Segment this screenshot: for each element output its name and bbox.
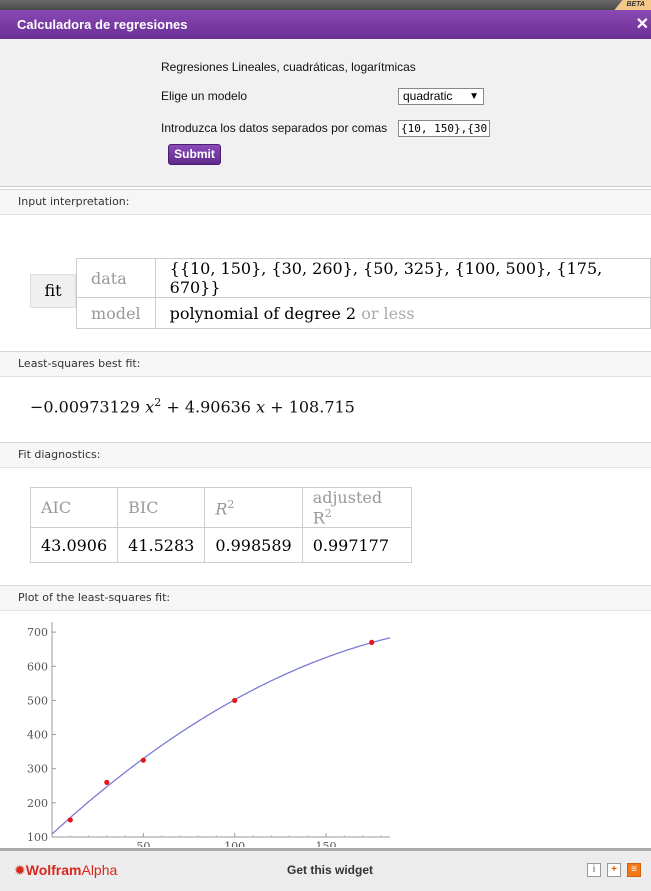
x-tick-label: 50 bbox=[136, 840, 150, 847]
model-select[interactable]: quadratic ▼ bbox=[398, 88, 484, 105]
wolfram-star-icon: ✹ bbox=[14, 862, 26, 878]
best-fit-header: Least-squares best fit: bbox=[0, 351, 651, 377]
data-input[interactable]: {10, 150},{30, bbox=[398, 120, 490, 137]
model-suffix: or less bbox=[361, 303, 415, 323]
fit-plot: 100 200 300 400 500 600 700 50 100 150 bbox=[27, 622, 391, 847]
x-tick-label: 100 bbox=[224, 840, 245, 847]
r2-value: 0.998589 bbox=[204, 527, 303, 564]
aic-label: AIC bbox=[29, 486, 119, 529]
bic-value: 41.5283 bbox=[117, 527, 206, 564]
y-tick-label: 100 bbox=[27, 831, 48, 844]
model-select-value: quadratic bbox=[403, 89, 453, 103]
submit-button[interactable]: Submit bbox=[168, 144, 221, 165]
chevron-down-icon: ▼ bbox=[469, 91, 479, 102]
model-value-cell: polynomial of degree 2 or less bbox=[154, 297, 651, 329]
model-value: polynomial of degree 2 bbox=[169, 303, 357, 323]
input-form: Regresiones Lineales, cuadráticas, logar… bbox=[0, 39, 651, 187]
table-row: 43.0906 41.5283 0.998589 0.997177 bbox=[29, 527, 412, 564]
fit-curve bbox=[51, 637, 391, 835]
bic-label: BIC bbox=[117, 486, 206, 529]
rss-icon[interactable]: ≡ bbox=[627, 863, 641, 877]
y-tick-label: 200 bbox=[27, 797, 48, 810]
data-point bbox=[67, 817, 73, 823]
fit-label: fit bbox=[30, 274, 76, 308]
data-point bbox=[104, 779, 110, 785]
r2-label-cell: R2 bbox=[204, 486, 303, 529]
plot-header: Plot of the least-squares fit: bbox=[0, 585, 651, 611]
model-label: Elige un modelo bbox=[161, 89, 248, 103]
diagnostics-table: AIC BIC R2 adjusted R2 43.0906 41.5283 0… bbox=[29, 486, 412, 564]
data-point bbox=[140, 757, 146, 763]
plot-area: 100 200 300 400 500 600 700 50 100 150 bbox=[0, 612, 651, 847]
widget-footer: ✹WolframAlpha Get this widget i + ≡ bbox=[0, 848, 651, 891]
adj-r2-value: 0.997177 bbox=[301, 527, 412, 564]
input-interpretation-header: Input interpretation: bbox=[0, 189, 651, 215]
y-tick-label: 700 bbox=[27, 626, 48, 639]
title-bar: Calculadora de regresiones ✕ bbox=[0, 10, 651, 39]
data-key: data bbox=[76, 258, 156, 298]
data-label: Introduzca los datos separados por comas bbox=[161, 121, 388, 135]
interpretation-table: data {{10, 150}, {30, 260}, {50, 325}, {… bbox=[76, 258, 651, 329]
logo-suffix: Alpha bbox=[81, 862, 118, 878]
form-heading: Regresiones Lineales, cuadráticas, logar… bbox=[161, 60, 416, 74]
y-tick-label: 600 bbox=[27, 660, 48, 673]
add-icon[interactable]: + bbox=[607, 863, 621, 877]
logo-prefix: Wolfram bbox=[25, 862, 82, 878]
y-tick-label: 400 bbox=[27, 729, 48, 742]
top-strip bbox=[0, 0, 651, 10]
data-point bbox=[369, 639, 375, 645]
coef-a: −0.00973129 bbox=[30, 397, 141, 417]
widget-title: Calculadora de regresiones bbox=[17, 17, 188, 32]
coef-c: + 108.715 bbox=[270, 397, 355, 417]
wolframalpha-logo[interactable]: ✹WolframAlpha bbox=[14, 862, 117, 879]
adj-r2-label: adjusted R bbox=[312, 488, 383, 528]
r2-label: R bbox=[215, 498, 228, 518]
get-widget-link[interactable]: Get this widget bbox=[287, 863, 373, 877]
x-tick-label: 150 bbox=[316, 840, 337, 847]
table-row: AIC BIC R2 adjusted R2 bbox=[29, 486, 412, 529]
table-row: data {{10, 150}, {30, 260}, {50, 325}, {… bbox=[76, 258, 651, 298]
info-icon[interactable]: i bbox=[587, 863, 601, 877]
table-row: model polynomial of degree 2 or less bbox=[76, 297, 651, 329]
fit-diagnostics-header: Fit diagnostics: bbox=[0, 442, 651, 468]
data-value: {{10, 150}, {30, 260}, {50, 325}, {100, … bbox=[154, 258, 651, 298]
y-tick-label: 300 bbox=[27, 763, 48, 776]
close-icon[interactable]: ✕ bbox=[636, 14, 649, 34]
model-key: model bbox=[76, 297, 156, 329]
adj-r2-label-cell: adjusted R2 bbox=[301, 486, 412, 529]
best-fit-formula: −0.00973129 x2 + 4.90636 x + 108.715 bbox=[30, 396, 355, 417]
coef-b: + 4.90636 bbox=[166, 397, 251, 417]
data-point bbox=[232, 697, 238, 704]
y-tick-label: 500 bbox=[27, 694, 48, 707]
aic-value: 43.0906 bbox=[29, 527, 119, 564]
